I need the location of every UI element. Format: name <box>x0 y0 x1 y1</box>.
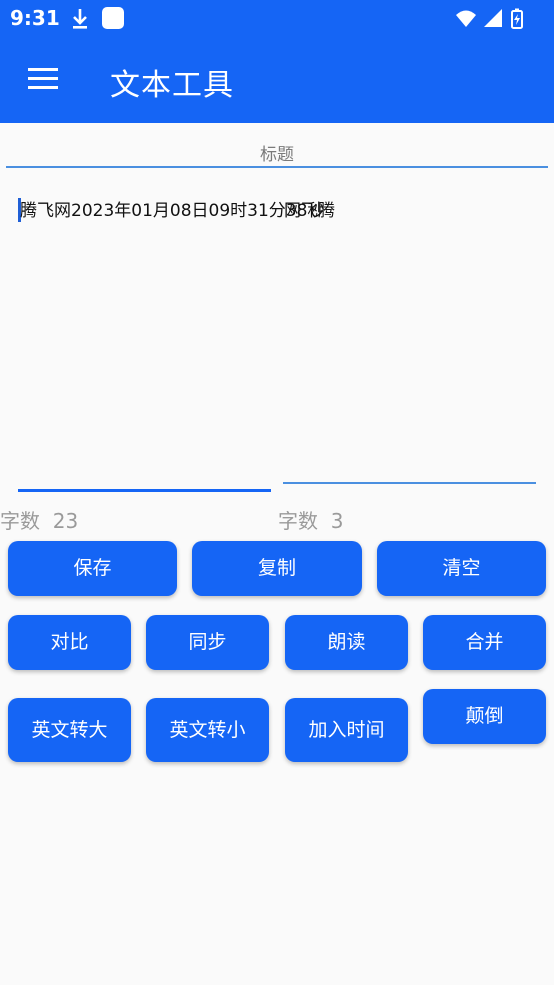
left-input-underline <box>18 489 271 492</box>
right-input-underline <box>283 482 536 484</box>
title-input[interactable]: 标题 <box>0 140 554 165</box>
title-underline <box>6 166 548 168</box>
download-icon <box>73 9 87 29</box>
content-text: 腾飞网2023年01月08日09时31分38秒 <box>20 201 325 221</box>
status-bar: 9:31 <box>0 0 554 38</box>
battery-icon <box>511 8 523 29</box>
word-count-label: 字数 <box>278 509 318 533</box>
read-aloud-button[interactable]: 朗读 <box>285 615 408 670</box>
compare-button[interactable]: 对比 <box>8 615 131 670</box>
word-count-value: 3 <box>330 509 344 533</box>
page-title: 文本工具 <box>110 68 234 103</box>
lowercase-button[interactable]: 英文转小 <box>146 698 269 762</box>
menu-icon[interactable] <box>28 68 60 92</box>
clear-button[interactable]: 清空 <box>377 541 546 596</box>
app-notification-icon <box>102 7 124 29</box>
word-count-label: 字数 <box>0 509 40 533</box>
word-count-right: 字数 3 <box>278 505 343 534</box>
status-time: 9:31 <box>10 6 60 30</box>
save-button[interactable]: 保存 <box>8 541 177 596</box>
copy-button[interactable]: 复制 <box>192 541 362 596</box>
sync-button[interactable]: 同步 <box>146 615 269 670</box>
wifi-icon <box>456 10 476 27</box>
word-count-left: 字数 23 <box>0 505 78 534</box>
merge-button[interactable]: 合并 <box>423 615 546 670</box>
reverse-button[interactable]: 颠倒 <box>423 689 546 744</box>
uppercase-button[interactable]: 英文转大 <box>8 698 131 762</box>
add-time-button[interactable]: 加入时间 <box>285 698 408 762</box>
word-count-value: 23 <box>52 509 79 533</box>
content-extra-text[interactable]: 网飞腾 <box>284 197 335 226</box>
status-icons <box>456 8 523 29</box>
signal-icon <box>484 9 502 27</box>
app-bar: 文本工具 <box>0 38 554 123</box>
